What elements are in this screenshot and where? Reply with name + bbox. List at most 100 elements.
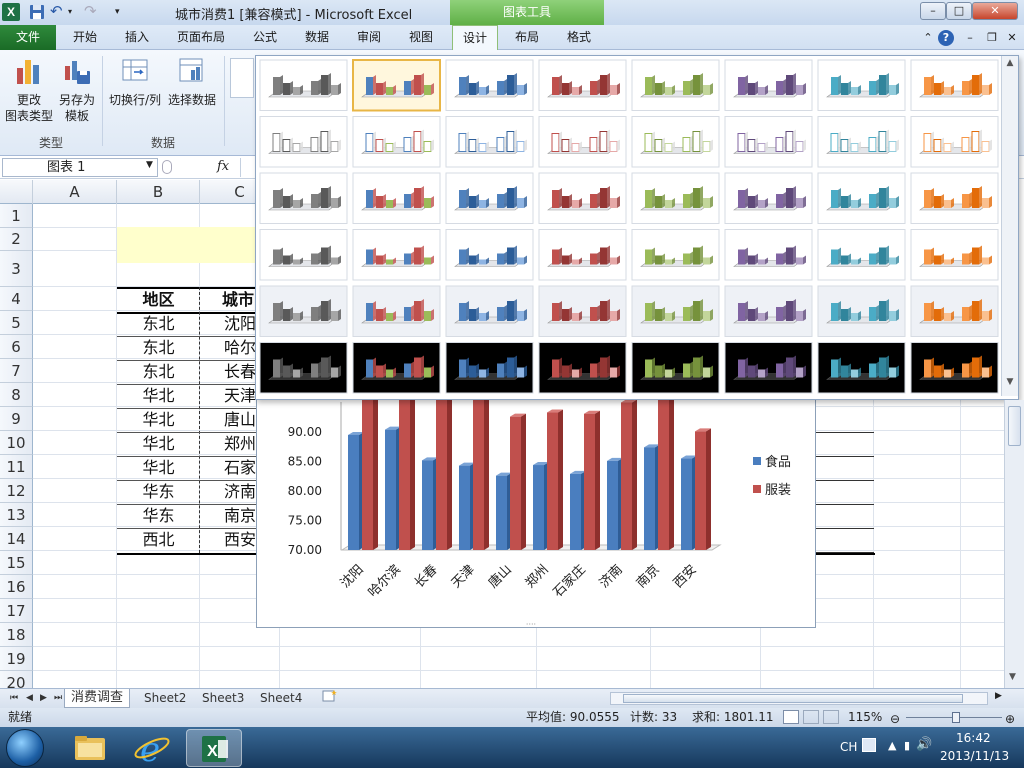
- tab-data[interactable]: 数据: [296, 25, 338, 50]
- change-chart-type-button[interactable]: 更改 图表类型: [4, 56, 54, 124]
- chart-layout-thumbnail[interactable]: [230, 58, 254, 98]
- sheet-tab-sheet4[interactable]: Sheet4: [254, 689, 308, 708]
- bar-clothing[interactable]: [547, 409, 563, 550]
- column-header-b[interactable]: B: [117, 180, 200, 204]
- insert-sheet-icon[interactable]: [316, 689, 344, 708]
- bar-food[interactable]: [385, 426, 401, 550]
- formula-bar-splitter-icon[interactable]: [162, 160, 172, 174]
- save-as-template-button[interactable]: 另存为 模板: [56, 56, 98, 124]
- chart-style-swatch[interactable]: [259, 172, 348, 224]
- bar-food[interactable]: [644, 444, 660, 550]
- cell-city[interactable]: 沈阳: [200, 313, 256, 335]
- chart-style-swatch[interactable]: [538, 172, 627, 224]
- row-header-5[interactable]: 5: [0, 311, 33, 335]
- name-box[interactable]: 图表 1: [2, 158, 158, 177]
- workbook-close-icon[interactable]: ✕: [1004, 30, 1020, 46]
- scroll-down-icon[interactable]: ▼: [1009, 672, 1016, 682]
- volume-icon[interactable]: 🔊: [916, 737, 932, 752]
- horizontal-scroll-thumb[interactable]: [623, 694, 963, 703]
- bar-food[interactable]: [348, 431, 364, 550]
- zoom-in-icon[interactable]: ⊕: [1005, 710, 1015, 728]
- tab-home[interactable]: 开始: [62, 25, 108, 50]
- chart-style-swatch[interactable]: [538, 285, 627, 337]
- chart-style-swatch[interactable]: [724, 116, 813, 168]
- tab-insert[interactable]: 插入: [114, 25, 160, 50]
- tab-chart-format[interactable]: 格式: [556, 25, 602, 50]
- chart-style-swatch[interactable]: [259, 342, 348, 394]
- chart-style-swatch[interactable]: [445, 285, 534, 337]
- cell-region[interactable]: 东北: [117, 337, 200, 359]
- gallery-scroll-up-icon[interactable]: ▲: [1004, 58, 1016, 72]
- network-icon[interactable]: ▮: [904, 739, 910, 752]
- chart-style-swatch[interactable]: [910, 116, 999, 168]
- cell-region[interactable]: 华北: [117, 385, 200, 407]
- bar-clothing[interactable]: [621, 399, 637, 551]
- bar-clothing[interactable]: [510, 413, 526, 550]
- chart-style-swatch[interactable]: [817, 285, 906, 337]
- cell-city[interactable]: 南京: [200, 505, 256, 527]
- chart-style-swatch[interactable]: [817, 116, 906, 168]
- chart-style-swatch[interactable]: [259, 116, 348, 168]
- chart-style-swatch[interactable]: [724, 59, 813, 111]
- bar-food[interactable]: [533, 462, 549, 550]
- cell-city[interactable]: 石家: [200, 457, 256, 479]
- row-header-8[interactable]: 8: [0, 383, 33, 407]
- chart-style-swatch[interactable]: [352, 59, 441, 112]
- cell-city[interactable]: 西安: [200, 529, 256, 551]
- bar-clothing[interactable]: [399, 395, 415, 550]
- chart-style-swatch[interactable]: [910, 285, 999, 337]
- vertical-scrollbar[interactable]: ▼: [1004, 400, 1024, 688]
- vertical-scroll-thumb[interactable]: [1008, 406, 1021, 446]
- cell-region[interactable]: 华北: [117, 457, 200, 479]
- chart-style-swatch[interactable]: [352, 172, 441, 224]
- chart-style-swatch[interactable]: [538, 229, 627, 281]
- cell-city[interactable]: 长春: [200, 361, 256, 383]
- gallery-scrollbar[interactable]: ▲ ▼: [1001, 56, 1018, 396]
- row-header-2[interactable]: 2: [0, 228, 33, 251]
- chart-style-swatch[interactable]: [817, 229, 906, 281]
- chart-style-swatch[interactable]: [352, 229, 441, 281]
- chart-style-swatch[interactable]: [445, 172, 534, 224]
- row-header-14[interactable]: 14: [0, 527, 33, 551]
- chart-style-swatch[interactable]: [724, 172, 813, 224]
- tab-review[interactable]: 审阅: [348, 25, 390, 50]
- chart-style-swatch[interactable]: [538, 59, 627, 111]
- column-header-a[interactable]: A: [33, 180, 117, 204]
- chart-style-swatch[interactable]: [724, 342, 813, 394]
- internet-explorer-taskbar-icon[interactable]: e: [124, 729, 180, 768]
- tab-chart-design[interactable]: 设计: [452, 25, 498, 50]
- sheet-tab-sheet2[interactable]: Sheet2: [138, 689, 192, 708]
- chart-style-swatch[interactable]: [445, 342, 534, 394]
- chart-resize-handle[interactable]: ····: [526, 620, 536, 629]
- chart-style-swatch[interactable]: [724, 229, 813, 281]
- chart-style-swatch[interactable]: [259, 285, 348, 337]
- row-header-18[interactable]: 18: [0, 623, 33, 647]
- excel-taskbar-icon[interactable]: X: [186, 729, 242, 767]
- chart-style-swatch[interactable]: [910, 229, 999, 281]
- insert-function-icon[interactable]: fx: [217, 159, 229, 174]
- bar-clothing[interactable]: [362, 395, 378, 550]
- cell-region[interactable]: 华东: [117, 481, 200, 503]
- title-merged-cell[interactable]: [117, 227, 257, 263]
- name-box-dropdown-icon[interactable]: ▼: [146, 160, 153, 170]
- clock-date[interactable]: 2013/11/13: [940, 749, 1009, 763]
- cell-city[interactable]: 唐山: [200, 409, 256, 431]
- row-header-9[interactable]: 9: [0, 407, 33, 431]
- row-header-3[interactable]: 3: [0, 251, 33, 287]
- bar-food[interactable]: [459, 462, 475, 550]
- cell-region[interactable]: 华北: [117, 409, 200, 431]
- input-language[interactable]: CH: [840, 740, 857, 754]
- formula-input[interactable]: [240, 158, 254, 177]
- select-all-corner[interactable]: [0, 180, 33, 204]
- cell-city[interactable]: 哈尔: [200, 337, 256, 359]
- row-header-13[interactable]: 13: [0, 503, 33, 527]
- chart-style-swatch[interactable]: [352, 116, 441, 168]
- chart-style-swatch[interactable]: [631, 172, 720, 224]
- bar-food[interactable]: [496, 472, 512, 550]
- cell-region[interactable]: 东北: [117, 313, 200, 335]
- sheet-tab-xiaofei[interactable]: 消费调查: [64, 689, 131, 708]
- row-header-6[interactable]: 6: [0, 335, 33, 359]
- chart-style-swatch[interactable]: [910, 342, 999, 394]
- chart-style-swatch[interactable]: [910, 172, 999, 224]
- cell-city[interactable]: 天津: [200, 385, 256, 407]
